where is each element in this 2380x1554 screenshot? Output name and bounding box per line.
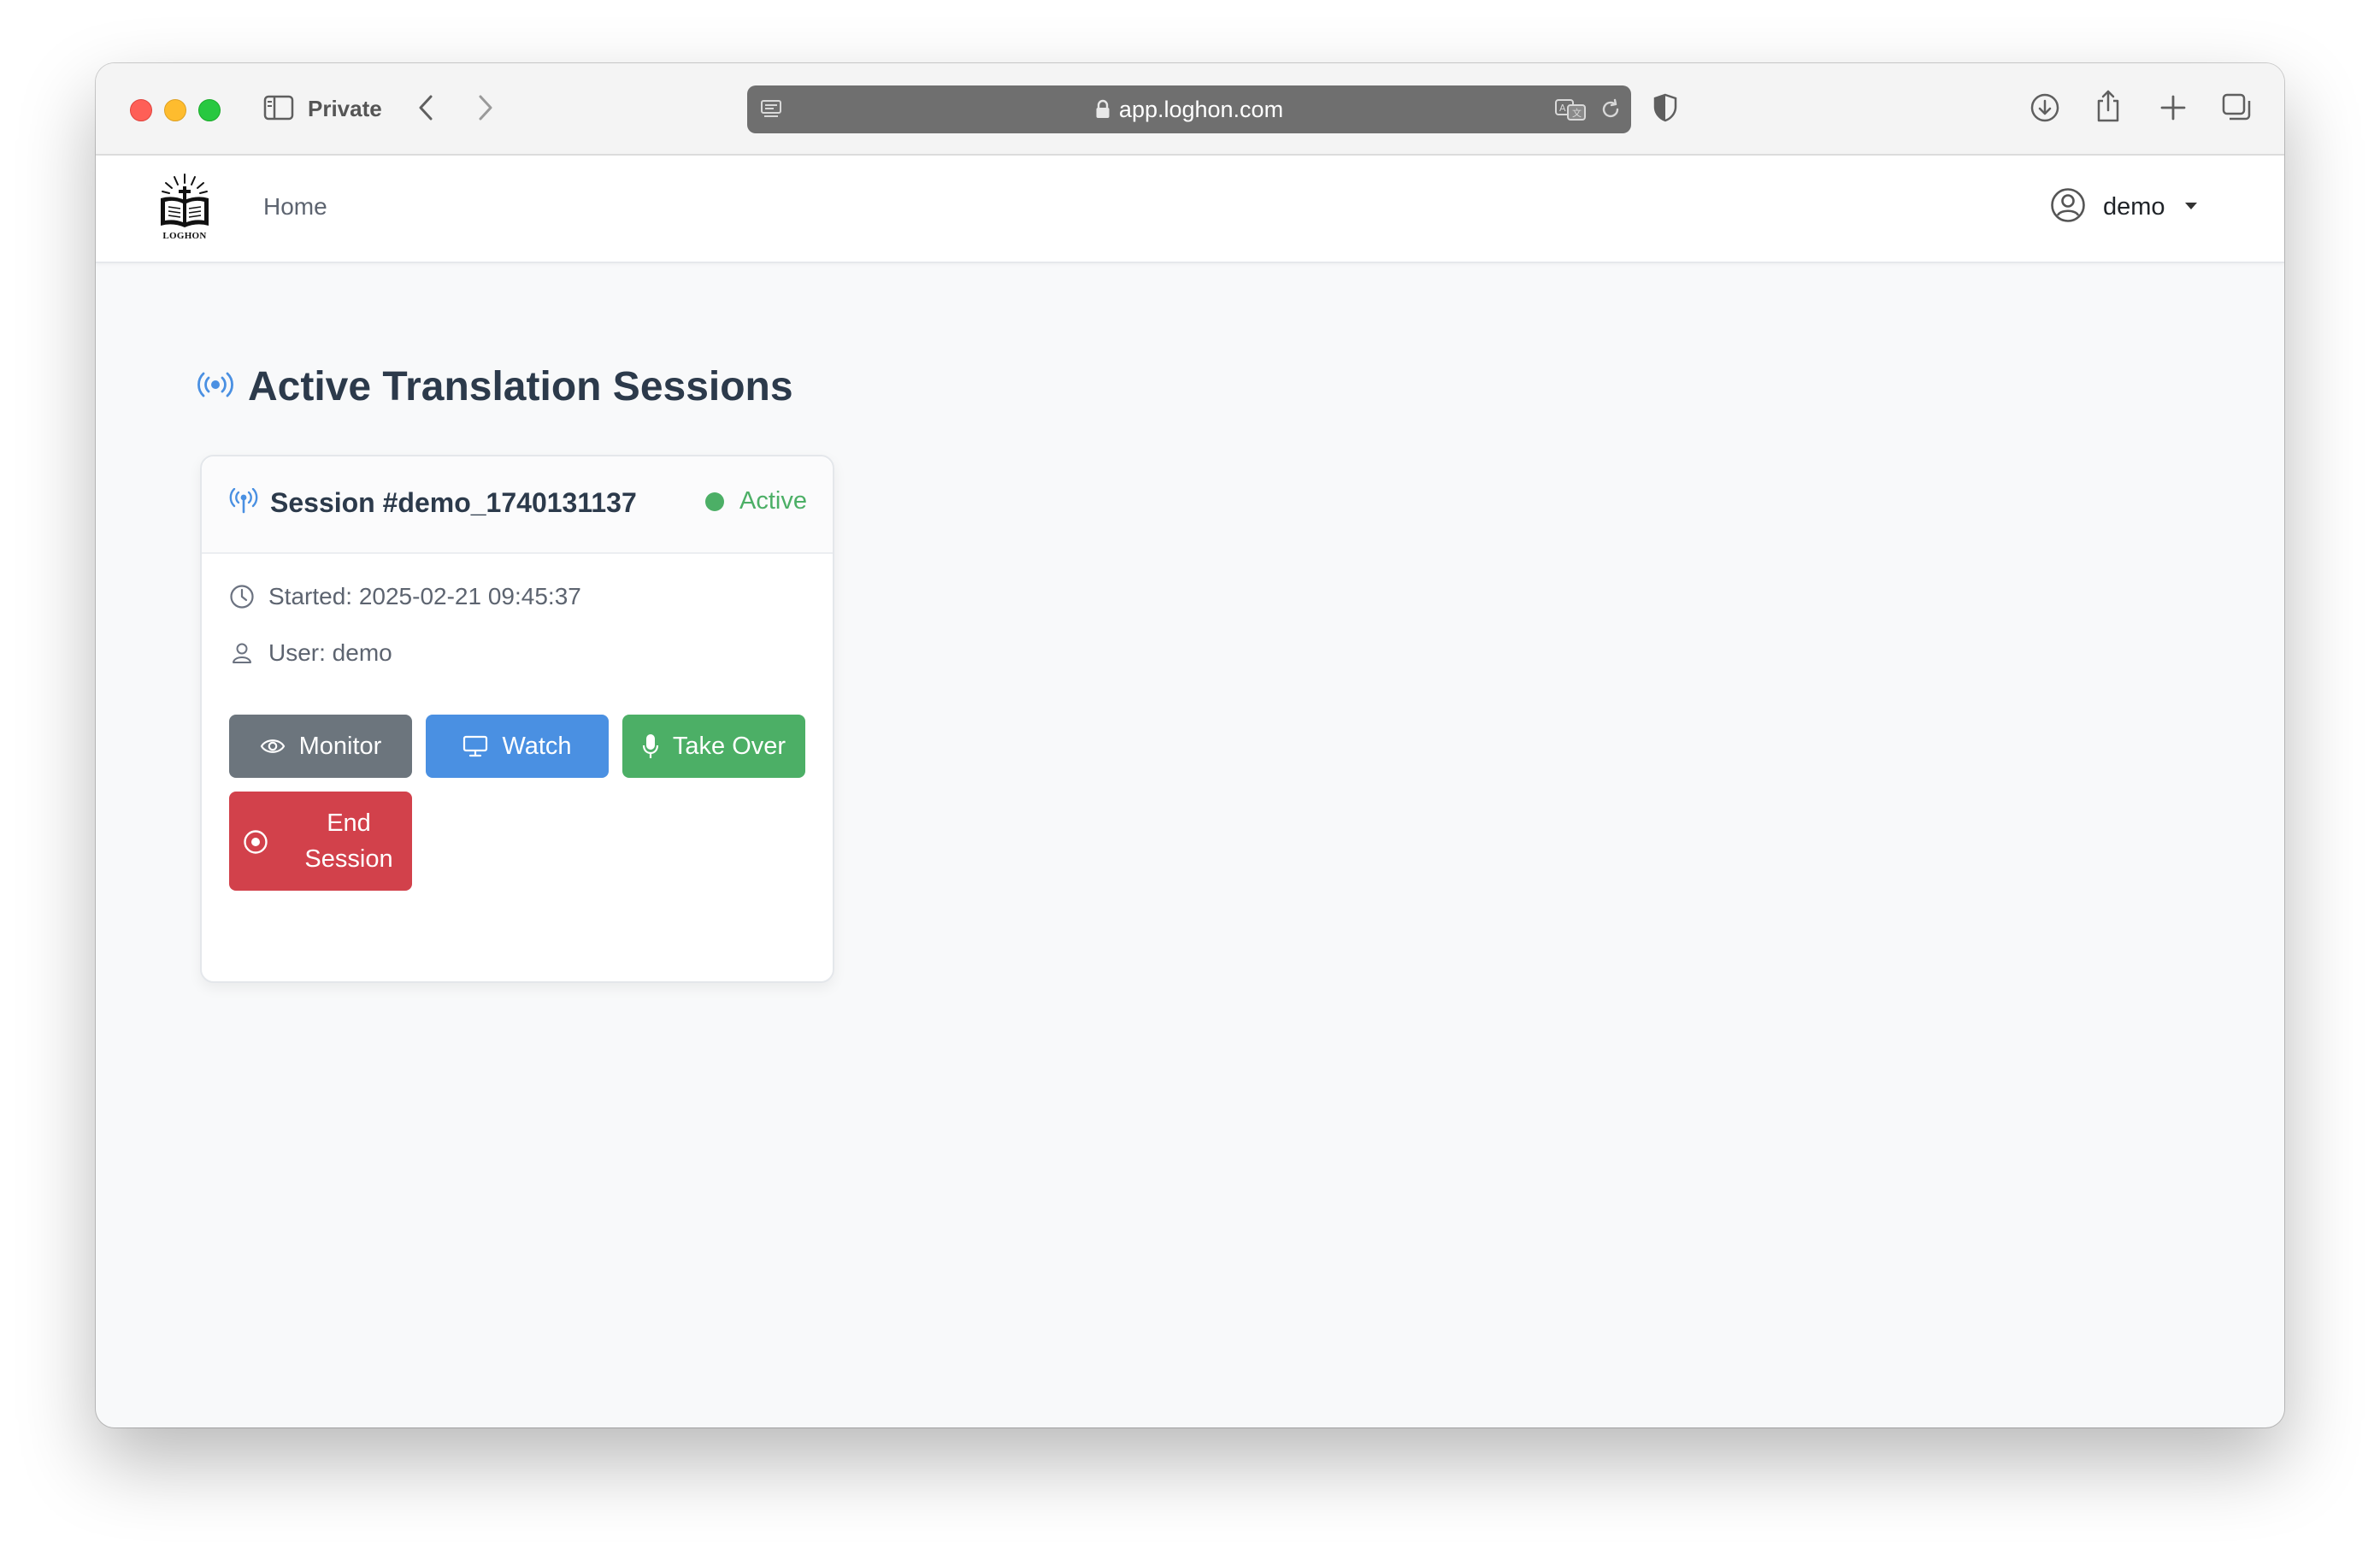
session-started: Started: 2025-02-21 09:45:37 bbox=[268, 583, 581, 609]
forward-icon[interactable] bbox=[468, 89, 503, 127]
user-name: demo bbox=[2103, 192, 2165, 221]
browser-window: Private app.loghon.com A文 LOGHON Home de… bbox=[96, 63, 2284, 1427]
lock-icon bbox=[1095, 88, 1110, 136]
antenna-icon bbox=[229, 487, 258, 518]
address-bar[interactable]: app.loghon.com A文 bbox=[747, 85, 1631, 133]
monitor-button-label: Monitor bbox=[298, 732, 382, 760]
eye-icon bbox=[260, 737, 286, 756]
svg-text:文: 文 bbox=[1572, 107, 1582, 119]
broadcast-icon bbox=[197, 372, 234, 402]
session-title: Session #demo_1740131137 bbox=[270, 487, 637, 518]
status-dot bbox=[705, 492, 725, 511]
status-text: Active bbox=[739, 487, 807, 515]
monitor-icon bbox=[462, 735, 488, 757]
session-started-row: Started: 2025-02-21 09:45:37 bbox=[229, 583, 581, 610]
share-icon[interactable] bbox=[2091, 87, 2125, 125]
session-card: Session #demo_1740131137 Active Started:… bbox=[200, 455, 834, 983]
new-tab-icon[interactable] bbox=[2156, 91, 2190, 125]
tab-overview-icon[interactable] bbox=[2219, 91, 2253, 125]
app-navbar: LOGHON Home demo bbox=[96, 156, 2284, 263]
reload-icon[interactable] bbox=[1599, 97, 1623, 121]
stop-circle-icon bbox=[243, 829, 268, 855]
session-card-header: Session #demo_1740131137 Active bbox=[202, 456, 833, 554]
end-session-button[interactable]: End Session bbox=[229, 792, 412, 891]
svg-text:A: A bbox=[1559, 103, 1566, 114]
url-text[interactable]: app.loghon.com bbox=[747, 85, 1631, 133]
session-user-row: User: demo bbox=[229, 639, 392, 667]
browser-toolbar: Private app.loghon.com A文 bbox=[96, 63, 2284, 156]
user-menu[interactable]: demo bbox=[2050, 183, 2198, 231]
end-session-button-label: End Session bbox=[304, 809, 393, 873]
download-icon[interactable] bbox=[2028, 91, 2062, 125]
nav-home-link[interactable]: Home bbox=[263, 190, 327, 224]
close-window-button[interactable] bbox=[130, 99, 152, 121]
monitor-button[interactable]: Monitor bbox=[229, 715, 412, 778]
session-title-row: Session #demo_1740131137 bbox=[229, 487, 637, 519]
page-title: Active Translation Sessions bbox=[248, 363, 793, 409]
translate-icon[interactable]: A文 bbox=[1554, 97, 1588, 121]
status-badge: Active bbox=[705, 487, 807, 515]
logo-text: LOGHON bbox=[162, 231, 207, 241]
page-title-row: Active Translation Sessions bbox=[197, 359, 793, 414]
zoom-window-button[interactable] bbox=[198, 99, 221, 121]
private-label: Private bbox=[308, 96, 382, 121]
clock-icon bbox=[229, 584, 255, 609]
microphone-icon bbox=[642, 733, 659, 759]
sidebar-toggle-icon[interactable] bbox=[263, 94, 294, 121]
url-value: app.loghon.com bbox=[1118, 97, 1284, 122]
take-over-button[interactable]: Take Over bbox=[622, 715, 805, 778]
privacy-shield-icon[interactable] bbox=[1650, 92, 1681, 123]
minimize-window-button[interactable] bbox=[164, 99, 186, 121]
back-icon[interactable] bbox=[409, 89, 443, 127]
watch-button-label: Watch bbox=[502, 732, 572, 760]
caret-down-icon bbox=[2184, 199, 2198, 215]
watch-button[interactable]: Watch bbox=[426, 715, 609, 778]
take-over-button-label: Take Over bbox=[672, 732, 786, 760]
session-user: User: demo bbox=[268, 639, 392, 666]
user-icon bbox=[229, 640, 255, 666]
user-circle-icon bbox=[2050, 187, 2086, 227]
